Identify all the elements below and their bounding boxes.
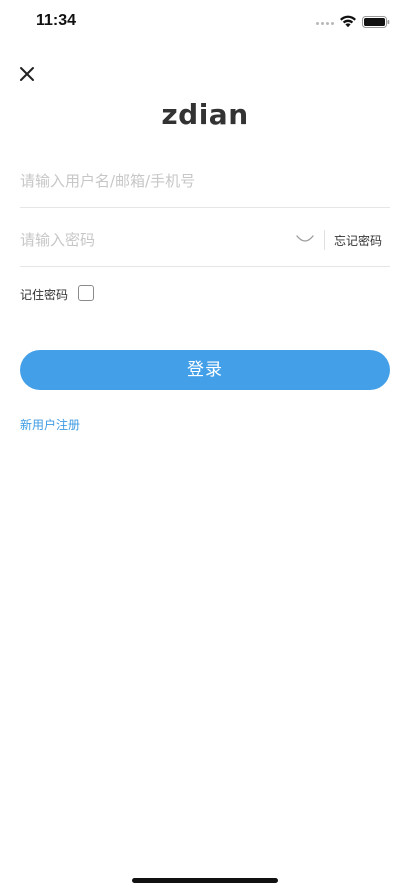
username-field-row — [20, 155, 390, 208]
forgot-password-link[interactable]: 忘记密码 — [334, 232, 382, 249]
wifi-icon — [340, 15, 356, 28]
status-time: 11:34 — [36, 12, 77, 29]
login-button[interactable]: 登录 — [20, 350, 390, 390]
app-logo: zdian — [161, 98, 249, 131]
remember-password-checkbox[interactable] — [78, 285, 94, 301]
close-icon[interactable] — [18, 65, 36, 83]
register-link[interactable]: 新用户注册 — [20, 416, 80, 433]
status-bar: 11:34 — [0, 0, 410, 44]
signal-dots-icon — [316, 22, 334, 26]
password-input[interactable] — [20, 226, 280, 254]
username-input[interactable] — [20, 167, 380, 195]
field-divider — [324, 230, 325, 250]
eye-closed-icon[interactable] — [296, 234, 314, 244]
battery-icon — [362, 16, 390, 28]
password-field-row: 忘记密码 — [20, 214, 390, 267]
remember-password-label: 记住密码 — [20, 288, 69, 302]
home-indicator — [132, 878, 278, 883]
